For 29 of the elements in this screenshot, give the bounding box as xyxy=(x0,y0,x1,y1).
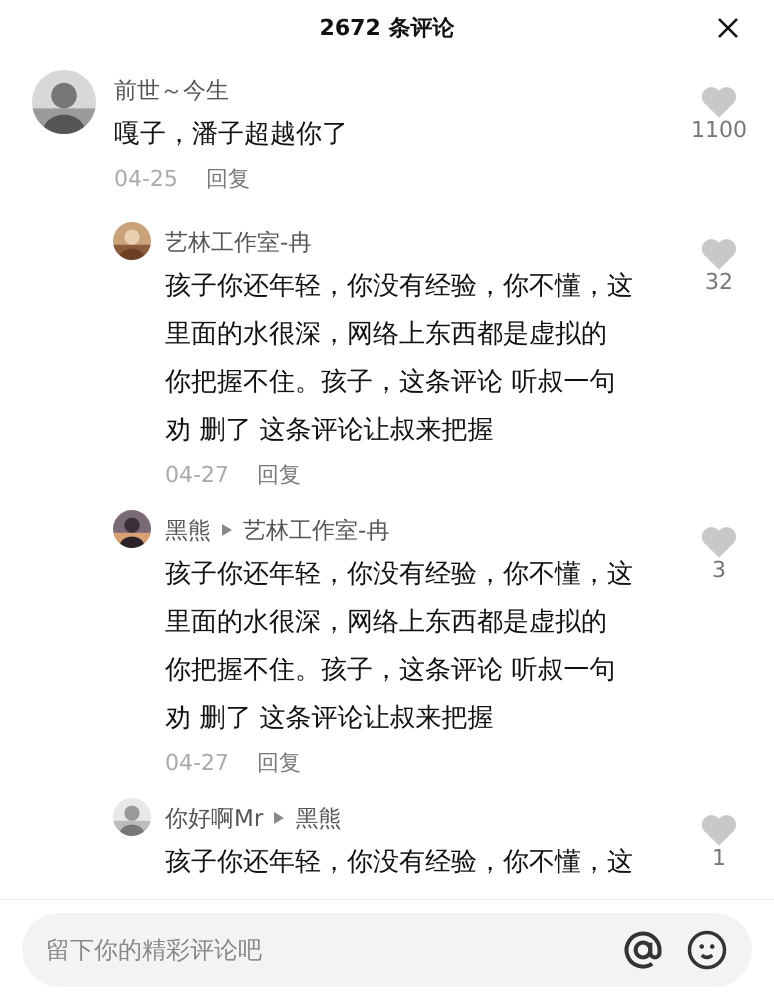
comment-input[interactable]: 留下你的精彩评论吧 xyxy=(44,935,602,965)
author-name[interactable]: 前世～今生 xyxy=(114,74,229,106)
comments-title: 2672 条评论 xyxy=(320,15,454,43)
like-count: 1 xyxy=(712,846,726,871)
author-name[interactable]: 你好啊Mr xyxy=(165,802,264,834)
like-count: 3 xyxy=(712,558,726,583)
comment-text: 孩子你还年轻，你没有经验，你不懂，这 里面的水很深，网络上东西都是虚拟的 你把握不住。孩子，这条评论 听叔一句 劝 删了 这条评论让叔来把握 xyxy=(165,558,634,735)
triangle-icon xyxy=(221,523,233,537)
reply-to-name[interactable]: 艺林工作室-冉 xyxy=(243,514,390,546)
author-name[interactable]: 黑熊 xyxy=(165,514,211,546)
heart-icon[interactable] xyxy=(701,526,737,558)
reply-link[interactable]: 回复 xyxy=(256,460,301,490)
heart-icon[interactable] xyxy=(701,238,737,270)
comment-date: 04-27 xyxy=(165,462,229,488)
reply-link[interactable]: 回复 xyxy=(206,164,250,194)
reply-link[interactable]: 回复 xyxy=(256,748,301,778)
triangle-icon xyxy=(273,811,286,825)
reply-to-name[interactable]: 黑熊 xyxy=(295,802,342,834)
author-name[interactable]: 艺林工作室-冉 xyxy=(165,226,312,258)
like-count: 32 xyxy=(705,270,733,295)
comment-date: 04-27 xyxy=(165,750,229,776)
heart-icon[interactable] xyxy=(701,86,737,118)
comment-text: 嘎子，潘子超越你了 xyxy=(114,118,349,151)
comment-date: 04-25 xyxy=(114,166,178,192)
like-count: 1100 xyxy=(691,118,747,143)
comment-text: 孩子你还年轻，你没有经验，你不懂，这 里面的水很深，网络上东西都是虚拟的 你把握不住。孩子，这条评论 听叔一句 劝 删了 这条评论让叔来把握 xyxy=(165,270,634,447)
heart-icon[interactable] xyxy=(701,814,737,846)
comment-text: 孩子你还年轻，你没有经验，你不懂，这 xyxy=(165,846,634,879)
comment-field[interactable]: 留下你的精彩评论吧 xyxy=(22,913,752,987)
